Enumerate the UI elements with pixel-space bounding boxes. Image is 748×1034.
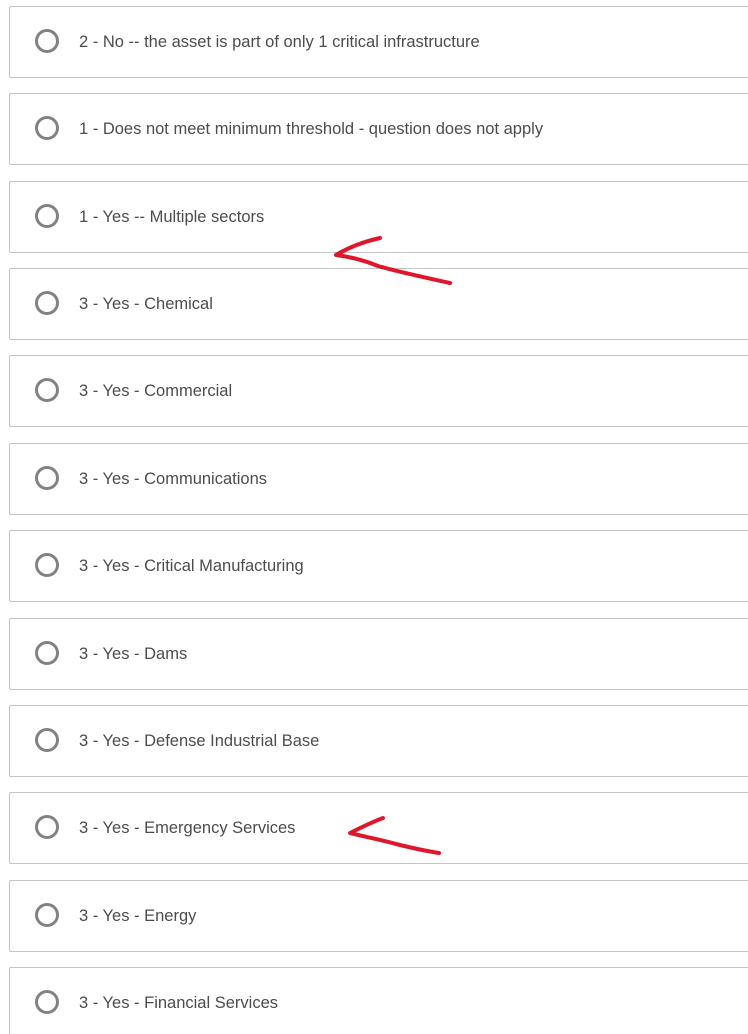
- radio-button-icon[interactable]: [35, 466, 59, 490]
- radio-option-label: 3 - Yes - Communications: [79, 470, 268, 488]
- radio-button-icon[interactable]: [35, 29, 59, 53]
- radio-option[interactable]: 3 - Yes - Commercial: [9, 355, 748, 427]
- radio-option-label: 3 - Yes - Energy: [79, 907, 197, 925]
- radio-option-label: 3 - Yes - Emergency Services: [79, 819, 296, 837]
- radio-option[interactable]: 3 - Yes - Emergency Services: [9, 792, 748, 864]
- radio-option-label: 1 - Does not meet minimum threshold - qu…: [79, 120, 544, 138]
- radio-button-icon[interactable]: [35, 291, 59, 315]
- radio-option[interactable]: 3 - Yes - Defense Industrial Base: [9, 705, 748, 777]
- radio-option[interactable]: 3 - Yes - Critical Manufacturing: [9, 530, 748, 602]
- radio-option[interactable]: 3 - Yes - Dams: [9, 618, 748, 690]
- radio-option-label: 3 - Yes - Financial Services: [79, 994, 279, 1012]
- radio-option[interactable]: 1 - Does not meet minimum threshold - qu…: [9, 93, 748, 165]
- radio-option-label: 3 - Yes - Defense Industrial Base: [79, 732, 320, 750]
- radio-button-icon[interactable]: [35, 204, 59, 228]
- radio-button-icon[interactable]: [35, 641, 59, 665]
- radio-option[interactable]: 3 - Yes - Energy: [9, 880, 748, 952]
- radio-option[interactable]: 3 - Yes - Chemical: [9, 268, 748, 340]
- radio-option[interactable]: 1 - Yes -- Multiple sectors: [9, 181, 748, 253]
- radio-button-icon[interactable]: [35, 990, 59, 1014]
- radio-button-icon[interactable]: [35, 116, 59, 140]
- radio-button-icon[interactable]: [35, 903, 59, 927]
- radio-option-list: 2 - No -- the asset is part of only 1 cr…: [0, 0, 748, 1034]
- radio-button-icon[interactable]: [35, 815, 59, 839]
- radio-button-icon[interactable]: [35, 553, 59, 577]
- radio-option-label: 3 - Yes - Critical Manufacturing: [79, 557, 304, 575]
- radio-option-label: 2 - No -- the asset is part of only 1 cr…: [79, 33, 480, 51]
- radio-button-icon[interactable]: [35, 728, 59, 752]
- radio-option-label: 3 - Yes - Dams: [79, 645, 188, 663]
- radio-option[interactable]: 3 - Yes - Financial Services: [9, 967, 748, 1034]
- radio-option[interactable]: 3 - Yes - Communications: [9, 443, 748, 515]
- radio-button-icon[interactable]: [35, 378, 59, 402]
- radio-option[interactable]: 2 - No -- the asset is part of only 1 cr…: [9, 6, 748, 78]
- radio-option-label: 1 - Yes -- Multiple sectors: [79, 208, 265, 226]
- radio-option-label: 3 - Yes - Commercial: [79, 382, 233, 400]
- radio-option-label: 3 - Yes - Chemical: [79, 295, 213, 313]
